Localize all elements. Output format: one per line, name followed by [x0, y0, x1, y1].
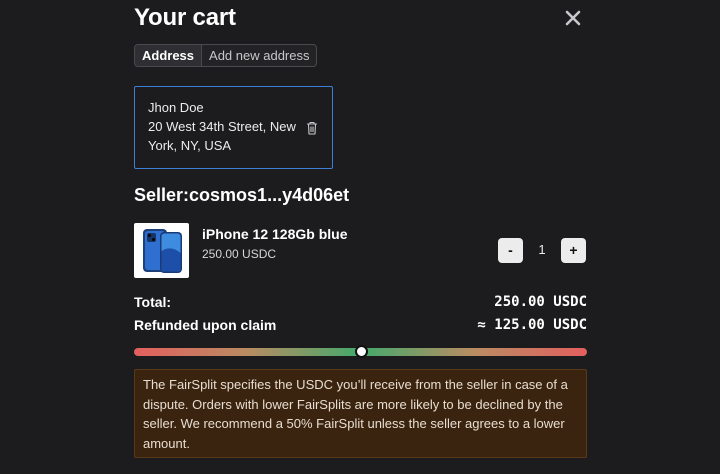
total-value: 250.00 USDC [494, 294, 587, 310]
refund-value: ≈ 125.00 USDC [477, 317, 587, 333]
cart-panel: Your cart Address Add new address Jhon D… [134, 0, 587, 474]
phone-image [134, 223, 189, 278]
close-icon[interactable] [564, 9, 582, 27]
fairsplit-slider[interactable] [134, 345, 587, 358]
address-tabs: Address Add new address [134, 44, 318, 67]
decrease-quantity-button[interactable]: - [498, 238, 523, 263]
address-street: 20 West 34th Street, New [148, 119, 296, 134]
cart-title: Your cart [134, 4, 236, 31]
refund-label: Refunded upon claim [134, 317, 277, 333]
fairsplit-slider-thumb[interactable] [354, 345, 368, 358]
quantity-value: 1 [538, 242, 546, 257]
product-price: 250.00 USDC [202, 247, 277, 261]
trash-icon[interactable] [306, 121, 318, 135]
product-name: iPhone 12 128Gb blue [202, 226, 348, 242]
address-name: Jhon Doe [148, 100, 204, 115]
total-label: Total: [134, 294, 172, 310]
fairsplit-info: The FairSplit specifies the USDC you’ll … [134, 369, 587, 458]
tab-address[interactable]: Address [135, 45, 203, 66]
tab-add-new-address[interactable]: Add new address [202, 45, 316, 66]
address-card[interactable]: Jhon Doe 20 West 34th Street, New York, … [134, 86, 333, 169]
seller-label: Seller:cosmos1...y4d06et [134, 185, 350, 205]
address-city: York, NY, USA [148, 138, 232, 153]
increase-quantity-button[interactable]: + [561, 238, 586, 263]
